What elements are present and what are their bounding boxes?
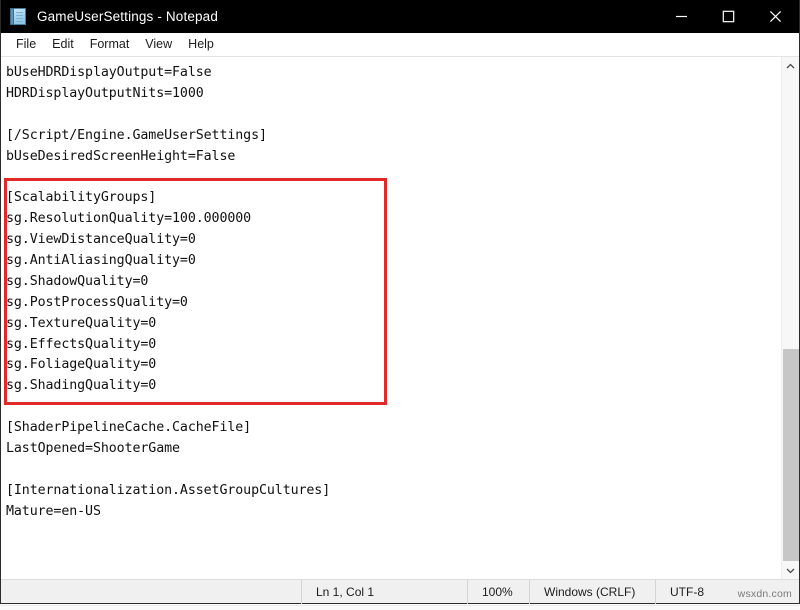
text-line: sg.PostProcessQuality=0: [6, 294, 188, 310]
window-controls: [658, 0, 799, 33]
menu-item-help[interactable]: Help: [180, 35, 222, 54]
text-line: HDRDisplayOutputNits=1000: [6, 85, 204, 101]
text-line: sg.ShadowQuality=0: [6, 273, 149, 289]
scrollbar-thumb[interactable]: [783, 349, 799, 561]
window-title: GameUserSettings - Notepad: [37, 9, 218, 24]
menu-item-edit[interactable]: Edit: [44, 35, 82, 54]
editor-body: bUseHDRDisplayOutput=False HDRDisplayOutp…: [1, 56, 799, 579]
text-line: [ScalabilityGroups]: [6, 190, 157, 206]
text-editor[interactable]: bUseHDRDisplayOutput=False HDRDisplayOutp…: [1, 57, 781, 579]
text-line: sg.FoliageQuality=0: [6, 357, 157, 373]
text-line: sg.ViewDistanceQuality=0: [6, 232, 196, 248]
chevron-down-icon[interactable]: [782, 561, 799, 579]
close-button[interactable]: [752, 0, 799, 33]
text-line: bUseHDRDisplayOutput=False: [6, 65, 212, 80]
menu-item-file[interactable]: File: [8, 35, 44, 54]
title-bar[interactable]: GameUserSettings - Notepad: [1, 0, 799, 33]
text-line: [6, 460, 781, 481]
background-strip: [0, 604, 800, 610]
minimize-button[interactable]: [658, 0, 705, 33]
status-position: Ln 1, Col 1: [301, 579, 467, 604]
status-bar-spacer: [1, 580, 301, 604]
text-line: [Internationalization.AssetGroupCultures…: [6, 482, 331, 498]
status-bar: Ln 1, Col 1 100% Windows (CRLF) UTF-8 ws…: [1, 579, 799, 604]
watermark: wsxdn.com: [737, 588, 792, 600]
vertical-scrollbar[interactable]: [781, 57, 799, 579]
notepad-icon: [10, 7, 28, 26]
text-line: [/Script/Engine.GameUserSettings]: [6, 127, 267, 143]
text-line: LastOpened=ShooterGame: [6, 441, 180, 457]
text-line: sg.AntiAliasingQuality=0: [6, 253, 196, 269]
text-line: [6, 167, 781, 188]
text-line: [ShaderPipelineCache.CacheFile]: [6, 420, 252, 436]
text-line: [6, 105, 781, 126]
notepad-window: GameUserSettings - Notepad File Edit For…: [0, 0, 800, 604]
maximize-button[interactable]: [705, 0, 752, 33]
text-line: sg.ShadingQuality=0: [6, 378, 157, 394]
status-line-endings: Windows (CRLF): [529, 579, 655, 604]
chevron-up-icon[interactable]: [782, 57, 799, 75]
menu-item-view[interactable]: View: [137, 35, 180, 54]
document-text: bUseHDRDisplayOutput=False HDRDisplayOutp…: [6, 63, 781, 523]
text-line: Mature=en-US: [6, 503, 101, 519]
text-line: [6, 397, 781, 418]
menu-item-format[interactable]: Format: [82, 35, 138, 54]
text-line: bUseDesiredScreenHeight=False: [6, 148, 236, 164]
status-encoding: UTF-8: [655, 579, 730, 604]
text-line: sg.TextureQuality=0: [6, 315, 157, 331]
menu-bar: File Edit Format View Help: [1, 33, 799, 56]
text-line: sg.EffectsQuality=0: [6, 336, 157, 352]
text-line: sg.ResolutionQuality=100.000000: [6, 211, 252, 227]
status-zoom[interactable]: 100%: [467, 579, 529, 604]
